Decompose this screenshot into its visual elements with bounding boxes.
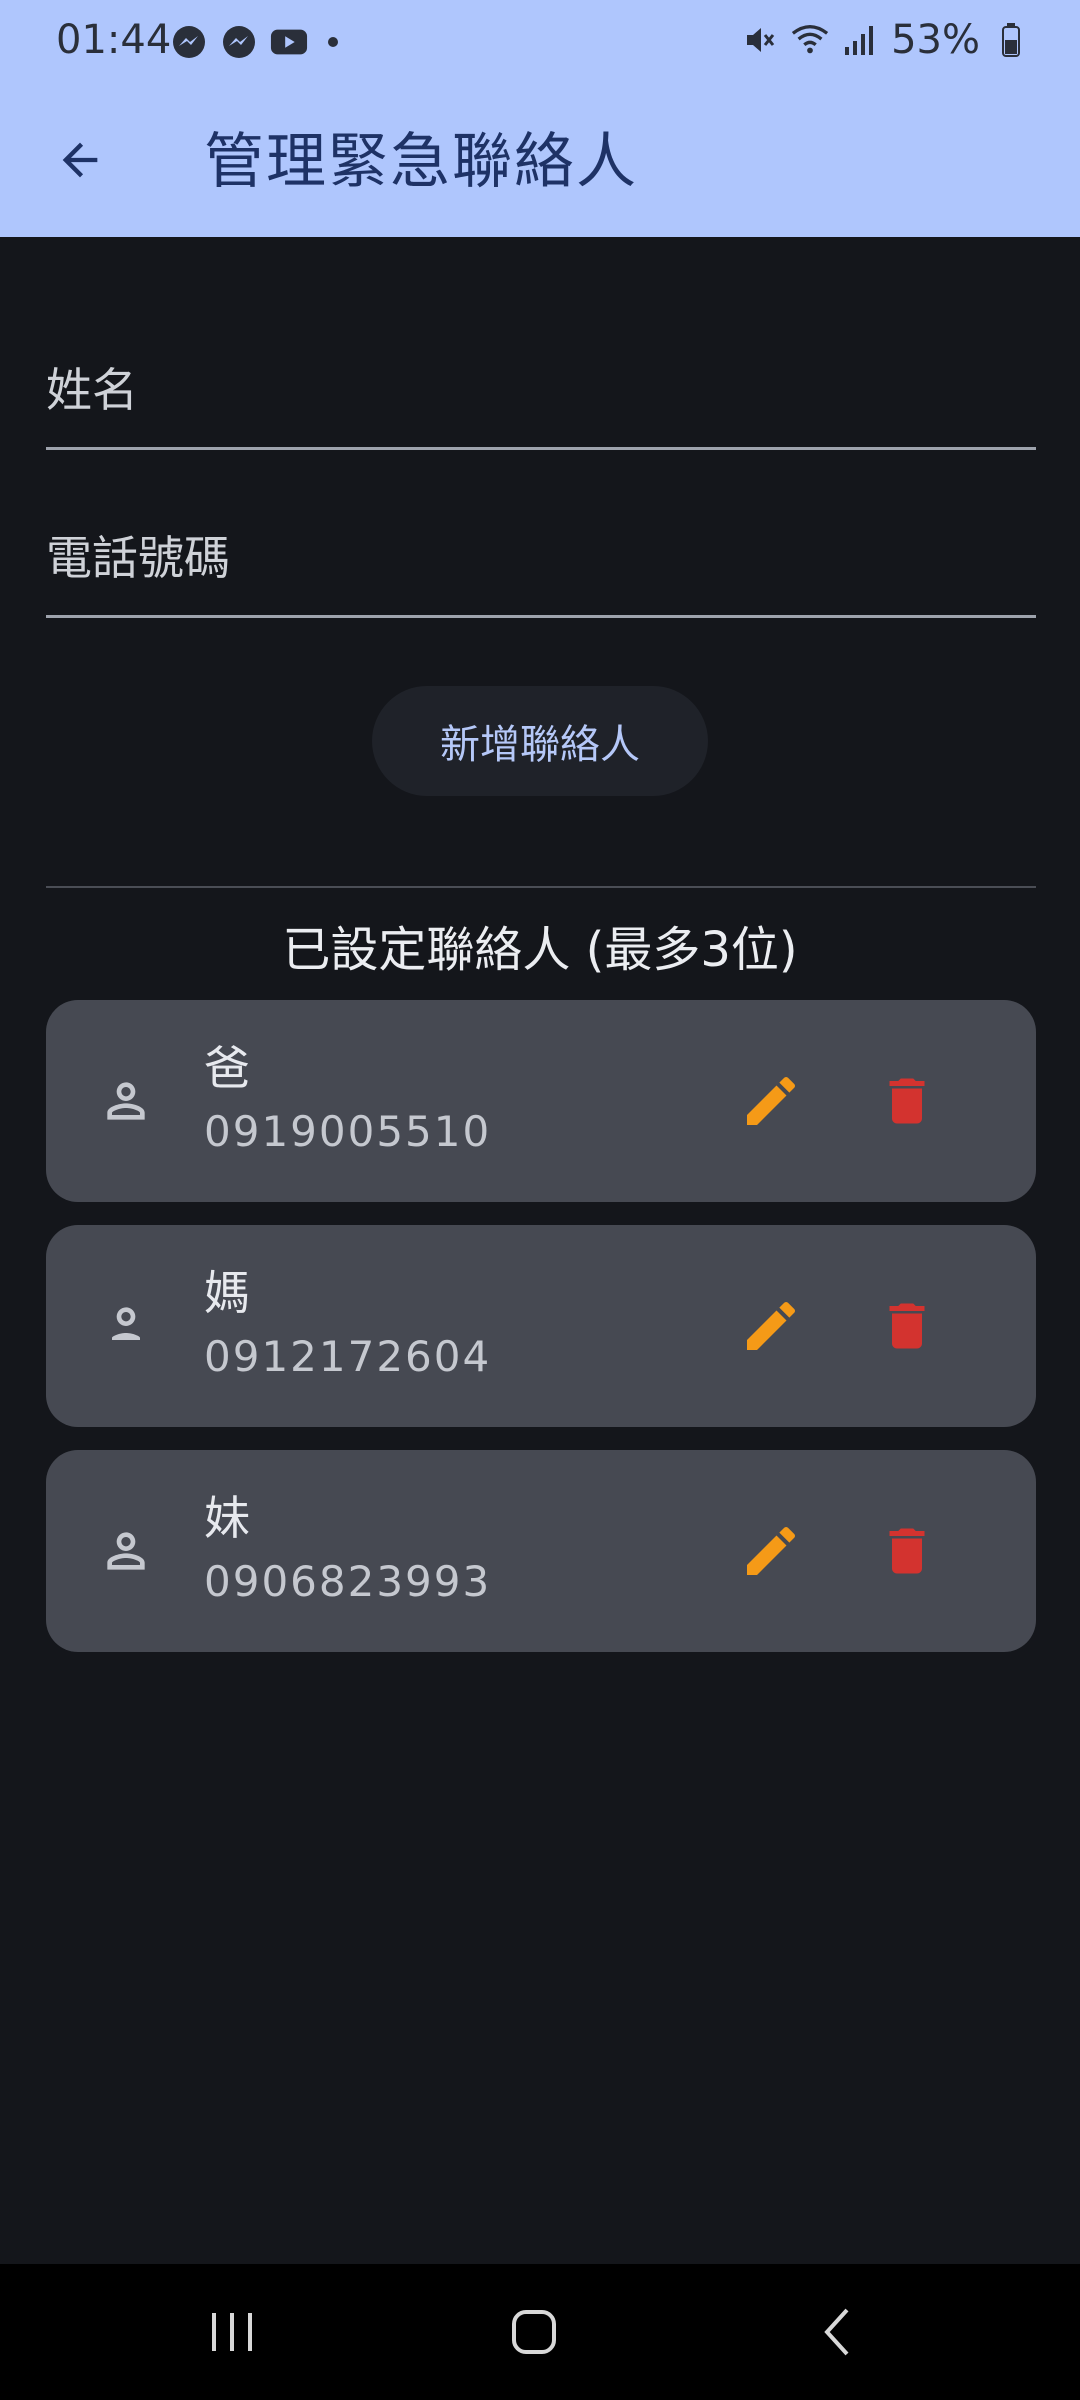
mute-icon <box>741 21 779 59</box>
person-icon <box>98 1298 154 1354</box>
recents-icon <box>212 2313 252 2351</box>
arrow-back-icon <box>62 142 98 178</box>
wifi-icon <box>791 21 829 59</box>
trash-icon <box>889 1303 925 1349</box>
delete-contact-button[interactable] <box>862 1506 952 1596</box>
youtube-icon <box>270 23 308 61</box>
trash-icon <box>889 1078 925 1124</box>
pencil-icon <box>747 1076 796 1125</box>
contacts-section-title: 已設定聯絡人 (最多3位) <box>282 922 798 978</box>
name-input[interactable] <box>46 355 1036 425</box>
chevron-left-icon <box>824 2308 849 2356</box>
status-notification-icons <box>170 22 338 62</box>
contact-phone: 0919005510 <box>204 1107 492 1156</box>
contact-card: 爸 0919005510 <box>46 1000 1036 1202</box>
page-title: 管理緊急聯絡人 <box>204 127 638 197</box>
pencil-icon <box>747 1526 796 1575</box>
contact-card: 妹 0906823993 <box>46 1450 1036 1652</box>
messenger-icon <box>220 23 258 61</box>
delete-contact-button[interactable] <box>862 1056 952 1146</box>
contact-phone: 0906823993 <box>204 1557 492 1606</box>
edit-contact-button[interactable] <box>726 1506 816 1596</box>
phone-input[interactable] <box>46 523 1036 593</box>
trash-icon <box>889 1528 925 1574</box>
phone-field[interactable] <box>46 498 1036 618</box>
status-system-icons: 53% <box>741 16 1030 64</box>
add-contact-button[interactable]: 新增聯絡人 <box>372 686 708 796</box>
person-icon <box>98 1073 154 1129</box>
top-app-bar: 01:44 53% 管理緊急聯絡人 <box>0 0 1080 237</box>
home-button[interactable] <box>484 2292 584 2372</box>
contact-name: 爸 <box>204 1041 250 1095</box>
system-navigation-bar <box>0 2264 1080 2400</box>
status-time: 01:44 <box>56 17 172 63</box>
back-button[interactable] <box>40 120 120 200</box>
signal-icon <box>841 21 879 59</box>
recents-button[interactable] <box>182 2292 282 2372</box>
messenger-icon <box>170 23 208 61</box>
notification-dot-icon <box>328 37 338 47</box>
contact-name: 媽 <box>204 1266 250 1320</box>
screen: 01:44 53% 管理緊急聯絡人 姓名 電話號碼 新增聯絡人 已設定聯絡人 (… <box>0 0 1080 2400</box>
pencil-icon <box>747 1301 796 1350</box>
edit-contact-button[interactable] <box>726 1056 816 1146</box>
delete-contact-button[interactable] <box>862 1281 952 1371</box>
name-field[interactable] <box>46 330 1036 450</box>
home-icon <box>512 2310 556 2354</box>
battery-icon <box>992 21 1030 59</box>
contact-phone: 0912172604 <box>204 1332 492 1381</box>
person-icon <box>98 1523 154 1579</box>
contact-card: 媽 0912172604 <box>46 1225 1036 1427</box>
section-divider <box>46 886 1036 888</box>
edit-contact-button[interactable] <box>726 1281 816 1371</box>
system-back-button[interactable] <box>788 2292 888 2372</box>
battery-percentage: 53% <box>891 17 980 63</box>
contact-name: 妹 <box>204 1491 250 1545</box>
